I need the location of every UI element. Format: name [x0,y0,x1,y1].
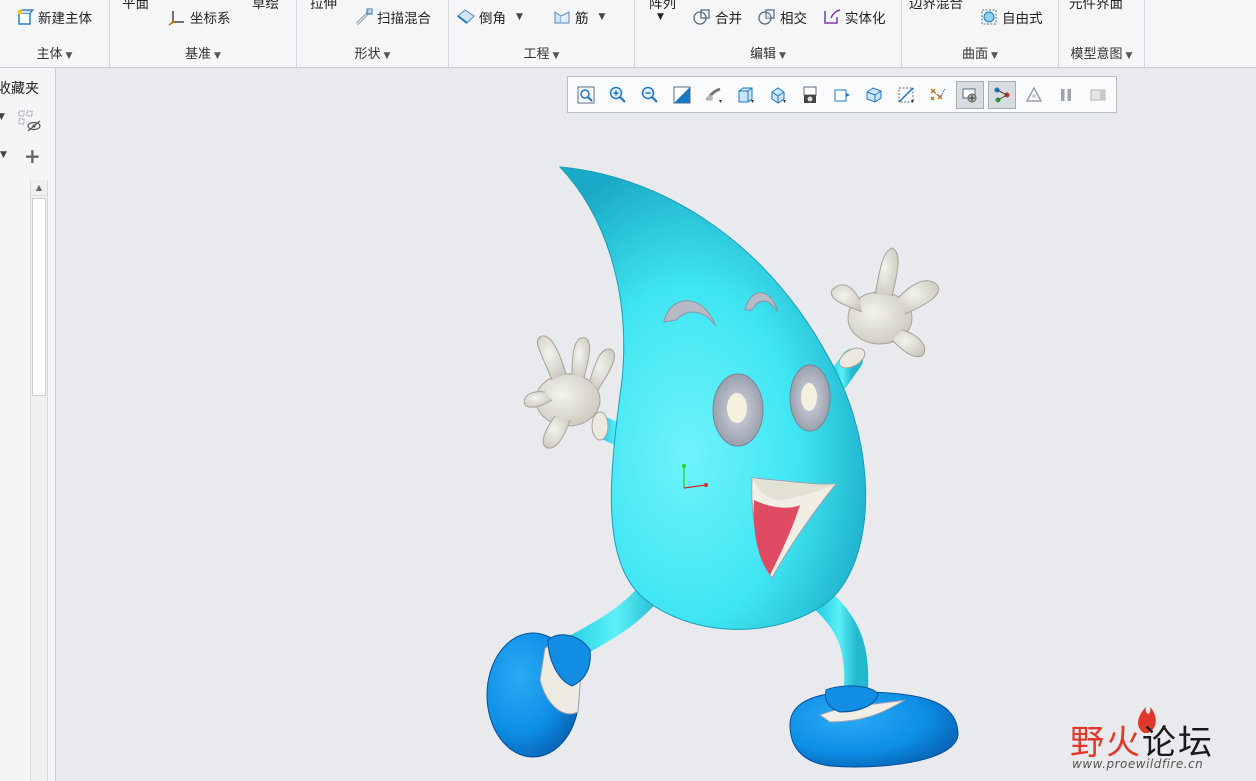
chevron-down-icon: ▼ [65,51,73,61]
group-label-model-intent[interactable]: 模型意图 ▼ [1059,43,1144,62]
display-style-icon[interactable] [700,81,728,109]
spin-center-icon[interactable] [956,80,984,109]
chevron-down-icon: ▼ [779,51,786,61]
rib-button[interactable]: 筋 ▼ [553,6,605,28]
group-engineering: 倒角 ▼ 筋 ▼ 工程 ▼ [449,0,635,67]
freestyle-button[interactable]: 自由式 [980,6,1043,28]
group-label-shape[interactable]: 形状 ▼ [297,43,448,62]
boundary-blend-button-label[interactable]: 边界混合 [909,0,963,12]
left-panel: 收藏夹 ▼ ▼ + ▲ [0,68,56,781]
plane-button-label[interactable]: 平面 [122,0,149,12]
scroll-thumb[interactable] [32,198,46,396]
right-glove [830,247,940,369]
chamfer-icon [457,8,475,26]
left-shoe [486,632,591,758]
group-label-edit[interactable]: 编辑 ▼ [635,43,901,62]
new-body-label: 新建主体 [38,11,92,27]
csys-icon [168,8,186,26]
appearance-icon[interactable] [988,80,1016,109]
chamfer-button[interactable]: 倒角 ▼ [457,6,523,28]
pause-icon[interactable] [1052,81,1080,109]
solidify-button[interactable]: 实体化 [823,6,886,28]
chevron-down-icon[interactable]: ▼ [516,12,523,22]
merge-button[interactable]: 合并 [693,6,742,28]
regenerate-icon[interactable] [1084,81,1112,109]
rib-icon [553,8,571,26]
graphics-toolbar [567,76,1117,113]
ribbon: 新建主体 主体 ▼ 平面 草绘 坐标系 基准 ▼ 拉伸 扫描混合 形状 ▼ 倒角… [0,0,1256,68]
group-model-intent: 元件界面 模型意图 ▼ [1059,0,1145,67]
right-shoe [789,685,959,768]
pattern-dropdown[interactable]: ▼ [657,6,664,28]
chevron-down-icon[interactable]: ▼ [599,12,606,22]
zoom-in-icon[interactable] [604,81,632,109]
chevron-down-icon: ▼ [991,51,998,61]
perspective-icon[interactable] [828,81,856,109]
new-body-icon [16,8,35,26]
csys-label: 坐标系 [190,11,231,27]
chevron-down-icon: ▼ [214,51,221,61]
refit-icon[interactable] [572,81,600,109]
csys-button[interactable]: 坐标系 [168,6,231,28]
merge-label: 合并 [715,11,742,27]
extrude-button-label[interactable]: 拉伸 [310,0,337,12]
rib-label: 筋 [575,11,589,27]
chevron-down-icon: ▼ [1125,51,1133,61]
group-label-surface[interactable]: 曲面 ▼ [902,43,1058,62]
chevron-down-icon[interactable]: ▼ [0,150,7,160]
group-datum: 平面 草绘 坐标系 基准 ▼ [110,0,297,67]
group-edit: 阵列 ▼ 合并 相交 实体化 编辑 ▼ [635,0,902,67]
forum-watermark: 野火论坛 www.proewildfire.cn [1068,697,1248,777]
left-glove [523,335,616,449]
left-row-show: ▼ [0,108,56,134]
solidify-icon [823,8,841,26]
sketch-button-label[interactable]: 草绘 [252,0,279,12]
view-manager-icon[interactable] [796,81,824,109]
chevron-down-icon: ▼ [552,51,560,61]
freestyle-label: 自由式 [1002,11,1043,27]
group-body: 新建主体 主体 ▼ [0,0,110,67]
merge-icon [693,8,711,26]
left-row-add: ▼ + [0,144,56,171]
new-body-button[interactable]: 新建主体 [16,6,92,28]
zoom-out-icon[interactable] [636,81,664,109]
group-label-engineering[interactable]: 工程 ▼ [449,43,634,62]
intersect-icon [758,8,776,26]
sweep-blend-label: 扫描混合 [377,11,431,27]
saved-orientations-icon[interactable] [732,81,760,109]
component-interface-button-label[interactable]: 元件界面 [1069,0,1123,12]
add-icon[interactable]: + [24,144,41,168]
scroll-up-icon[interactable]: ▲ [31,180,47,196]
group-surface: 边界混合 自由式 曲面 ▼ [902,0,1059,67]
annotation-display-icon[interactable] [924,81,952,109]
group-label-body[interactable]: 主体 ▼ [0,43,109,62]
sweep-blend-button[interactable]: 扫描混合 [355,6,431,28]
hidden-line-icon[interactable] [1020,81,1048,109]
graphics-area[interactable] [57,68,1256,781]
chevron-down-icon: ▼ [383,51,391,61]
intersect-label: 相交 [780,11,807,27]
show-hide-icon[interactable] [18,110,42,138]
named-views-icon[interactable] [764,81,792,109]
group-label-datum[interactable]: 基准 ▼ [110,43,296,62]
group-shape: 拉伸 扫描混合 形状 ▼ [297,0,449,67]
tree-scrollbar[interactable]: ▲ [30,180,48,781]
chamfer-label: 倒角 [479,11,506,27]
repaint-icon[interactable] [668,81,696,109]
datum-display-icon[interactable] [892,81,920,109]
favorites-title[interactable]: 收藏夹 [0,78,39,98]
sweep-blend-icon [355,8,373,26]
freestyle-icon [980,8,998,26]
water-drop-mascot-model[interactable] [57,68,1256,781]
section-icon[interactable] [860,81,888,109]
intersect-button[interactable]: 相交 [758,6,807,28]
watermark-url: www.proewildfire.cn [1072,757,1204,771]
solidify-label: 实体化 [845,11,886,27]
chevron-down-icon[interactable]: ▼ [0,112,5,122]
